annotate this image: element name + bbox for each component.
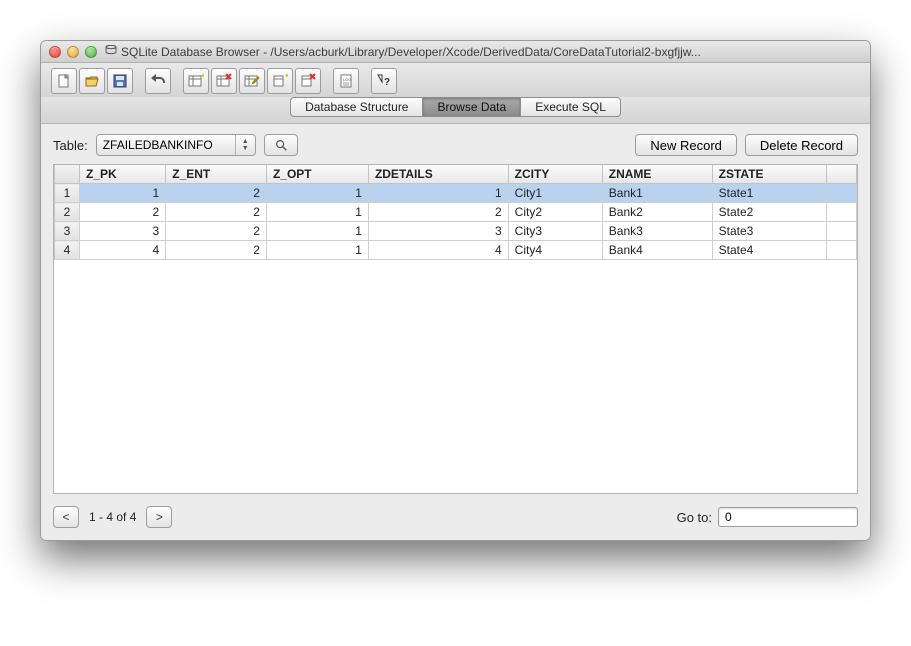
column-header[interactable]: ZDETAILS (368, 165, 508, 184)
table-cell[interactable]: 1 (266, 184, 368, 203)
table-cell[interactable]: City3 (508, 222, 602, 241)
tabs-bar: Database StructureBrowse DataExecute SQL (41, 97, 870, 124)
table-cell[interactable]: State3 (712, 222, 826, 241)
search-button[interactable] (264, 134, 298, 156)
zoom-window-button[interactable] (85, 46, 97, 58)
row-number-cell[interactable]: 2 (55, 203, 80, 222)
minimize-window-button[interactable] (67, 46, 79, 58)
table-cell-padding (827, 222, 857, 241)
new-database-button[interactable] (51, 68, 77, 94)
traffic-lights (49, 46, 97, 58)
table-cell[interactable]: State2 (712, 203, 826, 222)
row-number-cell[interactable]: 3 (55, 222, 80, 241)
column-header-padding (827, 165, 857, 184)
column-header[interactable]: Z_OPT (266, 165, 368, 184)
svg-text:?: ? (384, 77, 390, 88)
close-window-button[interactable] (49, 46, 61, 58)
delete-record-button[interactable]: Delete Record (745, 134, 858, 156)
next-page-button[interactable]: > (146, 506, 172, 528)
table-cell[interactable]: 1 (80, 184, 166, 203)
tab-execute-sql[interactable]: Execute SQL (520, 97, 621, 117)
table-row[interactable]: 22212City2Bank2State2 (55, 203, 857, 222)
table-cell[interactable]: Bank1 (602, 184, 712, 203)
table-cell-padding (827, 184, 857, 203)
table-row[interactable]: 44214City4Bank4State4 (55, 241, 857, 260)
table-cell[interactable]: Bank4 (602, 241, 712, 260)
create-index-button[interactable]: ✦ (267, 68, 293, 94)
table-cell-padding (827, 203, 857, 222)
table-cell[interactable]: 4 (368, 241, 508, 260)
undo-button[interactable] (145, 68, 171, 94)
table-cell[interactable]: Bank2 (602, 203, 712, 222)
table-cell[interactable]: 2 (166, 203, 267, 222)
open-database-button[interactable] (79, 68, 105, 94)
create-table-button[interactable]: ✦ (183, 68, 209, 94)
modify-table-button[interactable] (239, 68, 265, 94)
table-label: Table: (53, 138, 88, 153)
table-select-value: ZFAILEDBANKINFO (103, 138, 213, 152)
table-cell[interactable]: 2 (166, 222, 267, 241)
log-button[interactable]: LOG (333, 68, 359, 94)
table-cell[interactable]: 2 (166, 241, 267, 260)
prev-page-button[interactable]: < (53, 506, 79, 528)
tab-browse-data[interactable]: Browse Data (422, 97, 521, 117)
column-header[interactable]: ZSTATE (712, 165, 826, 184)
table-cell[interactable]: 2 (368, 203, 508, 222)
delete-table-button[interactable] (211, 68, 237, 94)
dropdown-arrows-icon: ▲▼ (235, 135, 255, 155)
table-cell[interactable]: State4 (712, 241, 826, 260)
database-icon (105, 45, 117, 58)
table-cell[interactable]: 3 (368, 222, 508, 241)
table-cell[interactable]: 1 (368, 184, 508, 203)
table-cell[interactable]: State1 (712, 184, 826, 203)
column-header[interactable]: Z_ENT (166, 165, 267, 184)
table-cell[interactable]: 1 (266, 203, 368, 222)
table-cell[interactable]: City2 (508, 203, 602, 222)
goto-input[interactable] (718, 507, 858, 527)
table-cell[interactable]: 3 (80, 222, 166, 241)
svg-text:✦: ✦ (284, 73, 288, 80)
table-select[interactable]: ZFAILEDBANKINFO ▲▼ (96, 134, 256, 156)
row-number-header[interactable] (55, 165, 80, 184)
column-header[interactable]: ZCITY (508, 165, 602, 184)
svg-text:✦: ✦ (200, 73, 204, 80)
table-cell-padding (827, 241, 857, 260)
data-table: Z_PKZ_ENTZ_OPTZDETAILSZCITYZNAMEZSTATE 1… (53, 164, 858, 494)
table-cell[interactable]: 1 (266, 241, 368, 260)
row-number-cell[interactable]: 1 (55, 184, 80, 203)
delete-index-button[interactable] (295, 68, 321, 94)
table-cell[interactable]: 2 (166, 184, 267, 203)
table-cell[interactable]: Bank3 (602, 222, 712, 241)
toolbar: ✦ ✦ LOG ? (41, 63, 870, 97)
save-database-button[interactable] (107, 68, 133, 94)
whats-this-button[interactable]: ? (371, 68, 397, 94)
goto-label: Go to: (677, 510, 712, 525)
row-number-cell[interactable]: 4 (55, 241, 80, 260)
table-cell[interactable]: 1 (266, 222, 368, 241)
column-header[interactable]: Z_PK (80, 165, 166, 184)
table-cell[interactable]: 2 (80, 203, 166, 222)
page-info: 1 - 4 of 4 (89, 510, 136, 524)
table-cell[interactable]: City1 (508, 184, 602, 203)
tab-database-structure[interactable]: Database Structure (290, 97, 423, 117)
table-row[interactable]: 11211City1Bank1State1 (55, 184, 857, 203)
title-bar: SQLite Database Browser - /Users/acburk/… (41, 41, 870, 63)
table-cell[interactable]: City4 (508, 241, 602, 260)
svg-text:LOG: LOG (343, 77, 351, 82)
app-window: SQLite Database Browser - /Users/acburk/… (40, 40, 871, 541)
new-record-button[interactable]: New Record (635, 134, 737, 156)
table-cell[interactable]: 4 (80, 241, 166, 260)
table-row[interactable]: 33213City3Bank3State3 (55, 222, 857, 241)
window-title: SQLite Database Browser - /Users/acburk/… (121, 45, 862, 59)
column-header[interactable]: ZNAME (602, 165, 712, 184)
